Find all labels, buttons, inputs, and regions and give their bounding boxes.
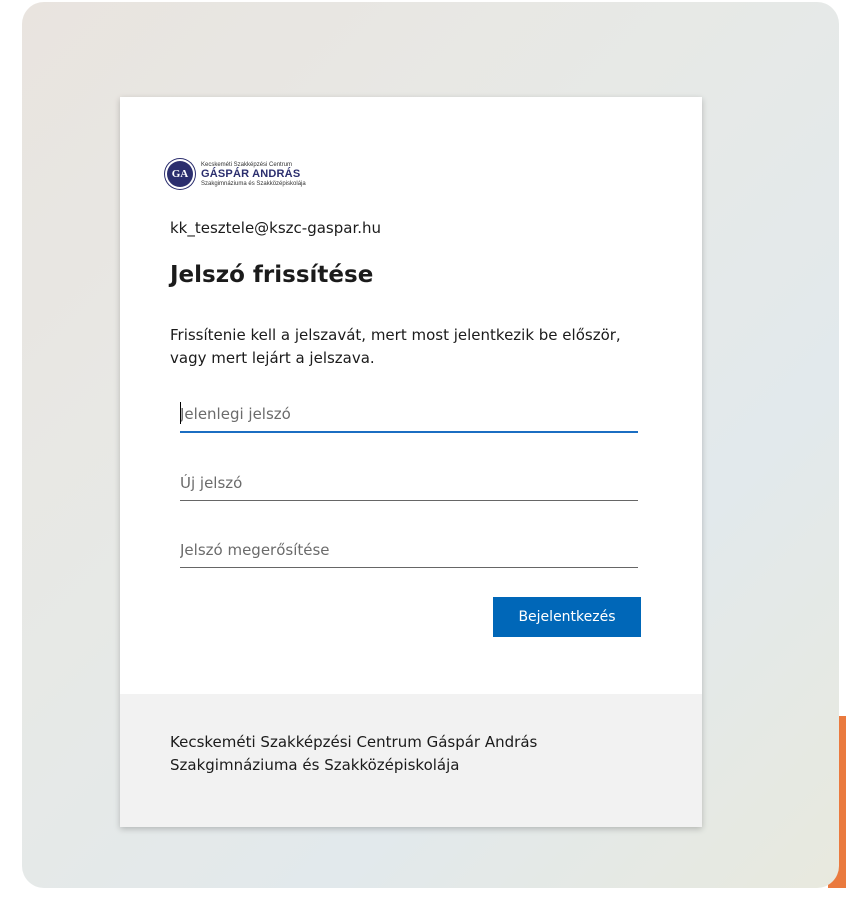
- instructions-text: Frissítenie kell a jelszavát, mert most …: [170, 326, 621, 367]
- card-footer: Kecskeméti Szakképzési Centrum Gáspár An…: [120, 694, 702, 827]
- confirm-password-input[interactable]: [180, 533, 638, 568]
- text-caret: [180, 402, 181, 424]
- logo-line-3: Szakgimnáziuma és Szakközépiskolája: [201, 180, 306, 187]
- logo-line-2: GÁSPÁR ANDRÁS: [201, 167, 301, 180]
- screenshot-frame: GA Kecskeméti Szakképzési Centrum GÁSPÁR…: [22, 2, 839, 888]
- sign-in-button[interactable]: Bejelentkezés: [493, 597, 641, 637]
- password-update-card: GA Kecskeméti Szakképzési Centrum GÁSPÁR…: [120, 97, 702, 827]
- logo-text: Kecskeméti Szakképzési Centrum GÁSPÁR AN…: [201, 162, 306, 187]
- new-password-input[interactable]: [180, 466, 638, 501]
- organization-name: Kecskeméti Szakképzési Centrum Gáspár An…: [170, 733, 538, 774]
- school-seal-icon: GA: [167, 161, 193, 187]
- page-title: Jelszó frissítése: [170, 262, 374, 288]
- school-logo: GA Kecskeméti Szakképzési Centrum GÁSPÁR…: [167, 156, 306, 192]
- account-email: kk_tesztele@kszc-gaspar.hu: [170, 219, 382, 237]
- logo-line-1: Kecskeméti Szakképzési Centrum: [201, 161, 293, 168]
- current-password-input[interactable]: [180, 397, 638, 433]
